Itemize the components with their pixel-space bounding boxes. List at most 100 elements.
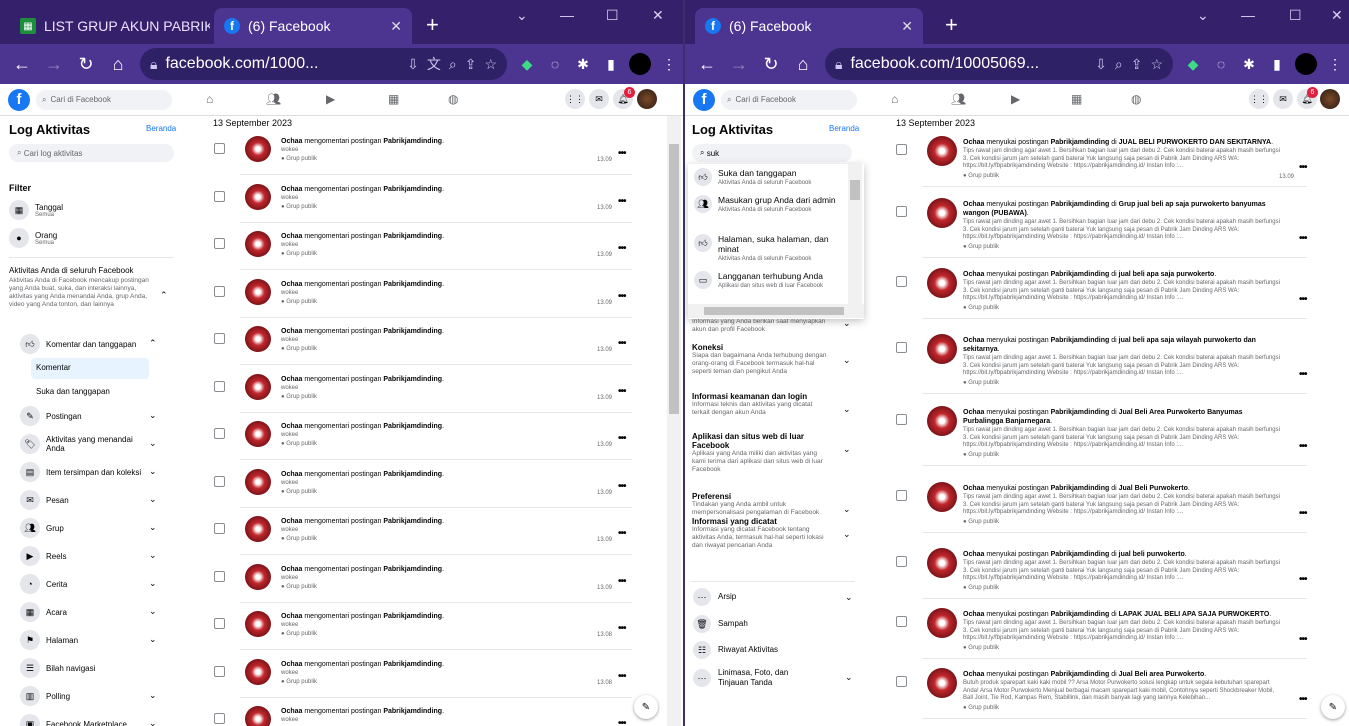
target-name[interactable]: Pabrikjamdinding [1051, 337, 1110, 344]
target-name[interactable]: Pabrikjamdinding [383, 708, 442, 715]
actor-name[interactable]: Ochaa [281, 661, 302, 668]
actor-name[interactable]: Ochaa [963, 485, 984, 492]
sidebar-item-3[interactable]: ✉ Pesan [20, 490, 170, 510]
sidebar-item-1[interactable]: 🏷︎ Aktivitas yang menandai Anda [20, 434, 170, 454]
sidebar-bottom-item-3[interactable]: ⋯ Linimasa, Foto, dan Tinjauan Tanda [693, 668, 853, 688]
target-name[interactable]: Pabrikjamdinding [383, 328, 442, 335]
more-options-icon[interactable]: ••• [618, 386, 626, 397]
actor-name[interactable]: Ochaa [281, 518, 302, 525]
messenger-icon[interactable]: ✉ [1273, 89, 1293, 109]
more-options-icon[interactable]: ••• [618, 148, 626, 159]
more-options-icon[interactable]: ••• [1299, 574, 1307, 585]
sidebar-item-comments-reactions[interactable]: 👍︎ Komentar dan tanggapan [20, 334, 136, 354]
maximize-button[interactable]: ☐ [1289, 7, 1302, 24]
more-options-icon[interactable]: ••• [1299, 694, 1307, 705]
sidebar-item-0[interactable]: ✎ Postingan [20, 406, 170, 426]
target-name[interactable]: Pabrikjamdinding [383, 376, 442, 383]
chevron-down-icon[interactable]: ⌄ [843, 404, 851, 415]
compose-icon[interactable]: ✎ [1321, 695, 1345, 719]
chevron-up-icon[interactable]: ⌃ [160, 290, 168, 301]
friends-nav-icon[interactable]: 👥︎ [266, 92, 281, 106]
scrollbar-thumb[interactable] [704, 307, 844, 315]
scrollbar-thumb[interactable] [850, 180, 860, 200]
more-options-icon[interactable]: ••• [1299, 294, 1307, 305]
more-options-icon[interactable]: ••• [618, 433, 626, 444]
reload-icon[interactable]: ↻ [70, 54, 102, 75]
select-checkbox[interactable] [214, 333, 225, 344]
chevron-down-icon[interactable]: ⌄ [149, 494, 157, 505]
back-icon[interactable]: ← [691, 54, 723, 75]
profile-avatar[interactable] [1295, 53, 1317, 75]
actor-name[interactable]: Ochaa [963, 271, 984, 278]
more-options-icon[interactable]: ••• [618, 718, 626, 726]
target-name[interactable]: Pabrikjamdinding [1051, 201, 1110, 208]
select-checkbox[interactable] [896, 342, 907, 353]
actor-name[interactable]: Ochaa [963, 551, 984, 558]
group-name[interactable]: jual beli purwokerto [1119, 551, 1185, 558]
select-checkbox[interactable] [896, 556, 907, 567]
chevron-down-icon[interactable]: ⌄ [149, 466, 157, 477]
groups-nav-icon[interactable]: ◍ [448, 92, 458, 106]
friends-nav-icon[interactable]: 👥︎ [951, 92, 966, 106]
install-icon[interactable]: ⇩ [1095, 56, 1107, 73]
profile-avatar[interactable] [629, 53, 651, 75]
facebook-search[interactable]: ⌕ Cari di Facebook [36, 89, 172, 110]
sidebar-item-6[interactable]: ◔ Cerita [20, 574, 170, 594]
more-options-icon[interactable]: ••• [618, 481, 626, 492]
target-name[interactable]: Pabrikjamdinding [383, 138, 442, 145]
more-options-icon[interactable]: ••• [618, 623, 626, 634]
target-name[interactable]: Pabrikjamdinding [1051, 139, 1110, 146]
actor-name[interactable]: Ochaa [963, 201, 984, 208]
puzzle-icon[interactable]: ✱ [1235, 56, 1263, 73]
home-nav-icon[interactable]: ⌂ [206, 92, 213, 106]
actor-name[interactable]: Ochaa [963, 671, 984, 678]
target-name[interactable]: Pabrikjamdinding [383, 471, 442, 478]
close-window-button[interactable]: ✕ [1331, 7, 1343, 24]
post-avatar[interactable] [245, 373, 271, 400]
groups-nav-icon[interactable]: ◍ [1131, 92, 1141, 106]
more-options-icon[interactable]: ••• [618, 338, 626, 349]
select-checkbox[interactable] [214, 285, 225, 297]
sidebar-bottom-item-1[interactable]: 🗑︎ Sampah [693, 615, 853, 633]
video-nav-icon[interactable]: ▶ [1011, 92, 1020, 106]
facebook-logo[interactable]: f [8, 88, 30, 111]
target-name[interactable]: Pabrikjamdinding [1051, 271, 1110, 278]
home-nav-icon[interactable]: ⌂ [891, 92, 898, 106]
group-name[interactable]: JUAL BELI PURWOKERTO DAN SEKITARNYA [1119, 139, 1271, 146]
post-avatar[interactable] [927, 548, 957, 578]
select-checkbox[interactable] [896, 414, 907, 425]
group-name[interactable]: LAPAK JUAL BELI APA SAJA PURWOKERTO [1119, 611, 1270, 618]
select-checkbox[interactable] [214, 618, 225, 629]
actor-name[interactable]: Ochaa [963, 337, 984, 344]
select-checkbox[interactable] [214, 665, 225, 677]
settings-section-0[interactable]: Informasi yang Anda berikan saat menyiap… [692, 318, 828, 334]
select-checkbox[interactable] [896, 144, 907, 155]
group-name[interactable]: jual beli apa saja purwokerto [1119, 271, 1215, 278]
post-avatar[interactable] [245, 326, 271, 352]
extension-icon[interactable]: ◆ [1179, 56, 1207, 73]
sidebar-item-10[interactable]: ▥ Polling [20, 686, 170, 706]
select-checkbox[interactable] [214, 143, 225, 154]
sidebar-item-9[interactable]: ☰ Bilah navigasi [20, 658, 170, 678]
actor-name[interactable]: Ochaa [281, 566, 302, 573]
select-checkbox[interactable] [214, 428, 225, 439]
more-options-icon[interactable]: ••• [1299, 508, 1307, 519]
account-avatar[interactable] [637, 89, 657, 109]
forward-icon[interactable]: → [38, 54, 70, 75]
share-icon[interactable]: ⇪ [465, 56, 477, 73]
translate-icon[interactable]: 文 [427, 54, 441, 74]
post-avatar[interactable] [927, 268, 957, 298]
target-name[interactable]: Pabrikjamdinding [1051, 671, 1110, 678]
select-checkbox[interactable] [214, 523, 225, 534]
dropdown-hscrollbar[interactable] [688, 304, 864, 318]
more-options-icon[interactable]: ••• [618, 576, 626, 587]
actor-name[interactable]: Ochaa [281, 376, 302, 383]
facebook-search[interactable]: ⌕ Cari di Facebook [721, 89, 857, 110]
sidebar-item-2[interactable]: ▤ Item tersimpan dan koleksi [20, 462, 170, 482]
chevron-down-icon[interactable]: ⌄ [149, 410, 157, 421]
post-avatar[interactable] [927, 406, 957, 436]
menu-grid-icon[interactable]: ⋮⋮ [1249, 89, 1269, 109]
post-avatar[interactable] [245, 231, 271, 257]
tab-spreadsheet[interactable]: ▦ LIST GRUP AKUN PABRIK... ✕ [10, 8, 210, 44]
more-options-icon[interactable]: ••• [1299, 634, 1307, 645]
